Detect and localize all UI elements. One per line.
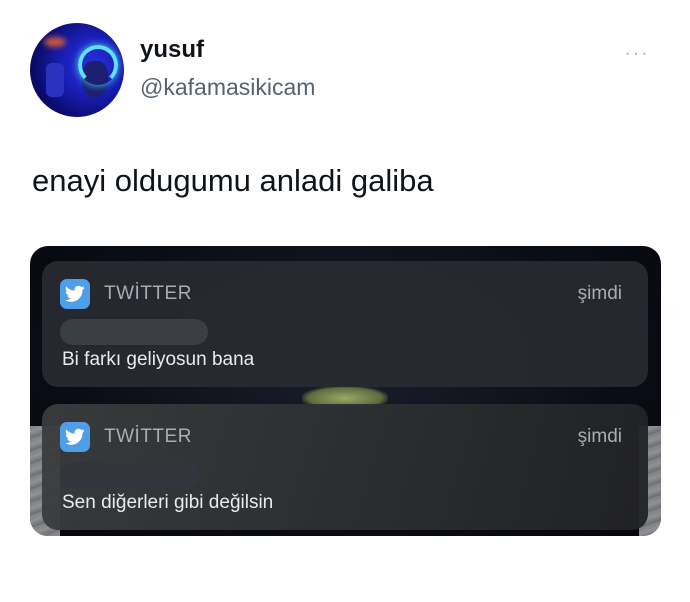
avatar[interactable]: [30, 23, 124, 117]
twitter-bird-icon: [60, 422, 90, 452]
notification-redacted-title: [60, 319, 208, 345]
avatar-neon-ring: [78, 45, 118, 85]
twitter-bird-icon: [60, 279, 90, 309]
notification-card: TWİTTER şimdi Bi farkı geliyosun bana: [42, 261, 648, 387]
tweet-media-image[interactable]: TWİTTER şimdi Bi farkı geliyosun bana TW…: [30, 246, 661, 536]
avatar-light: [44, 37, 66, 47]
notification-app-name: TWİTTER: [104, 426, 192, 447]
background-tree: [302, 386, 388, 406]
notification-card: TWİTTER şimdi Sen diğerleri gibi değilsi…: [42, 404, 648, 530]
notification-app-name: TWİTTER: [104, 283, 192, 304]
display-name[interactable]: yusuf: [140, 36, 204, 64]
user-handle[interactable]: @kafamasikicam: [140, 74, 315, 101]
avatar-hand: [46, 63, 64, 97]
tweet-text: enayi oldugumu anladi galiba: [32, 163, 434, 198]
more-dots-icon[interactable]: ···: [624, 40, 649, 66]
notification-time: şimdi: [577, 283, 622, 304]
notification-message: Sen diğerleri gibi değilsin: [62, 492, 274, 513]
notification-message: Bi farkı geliyosun bana: [62, 349, 255, 370]
notification-redacted-title: [60, 462, 200, 488]
notification-time: şimdi: [577, 426, 622, 447]
